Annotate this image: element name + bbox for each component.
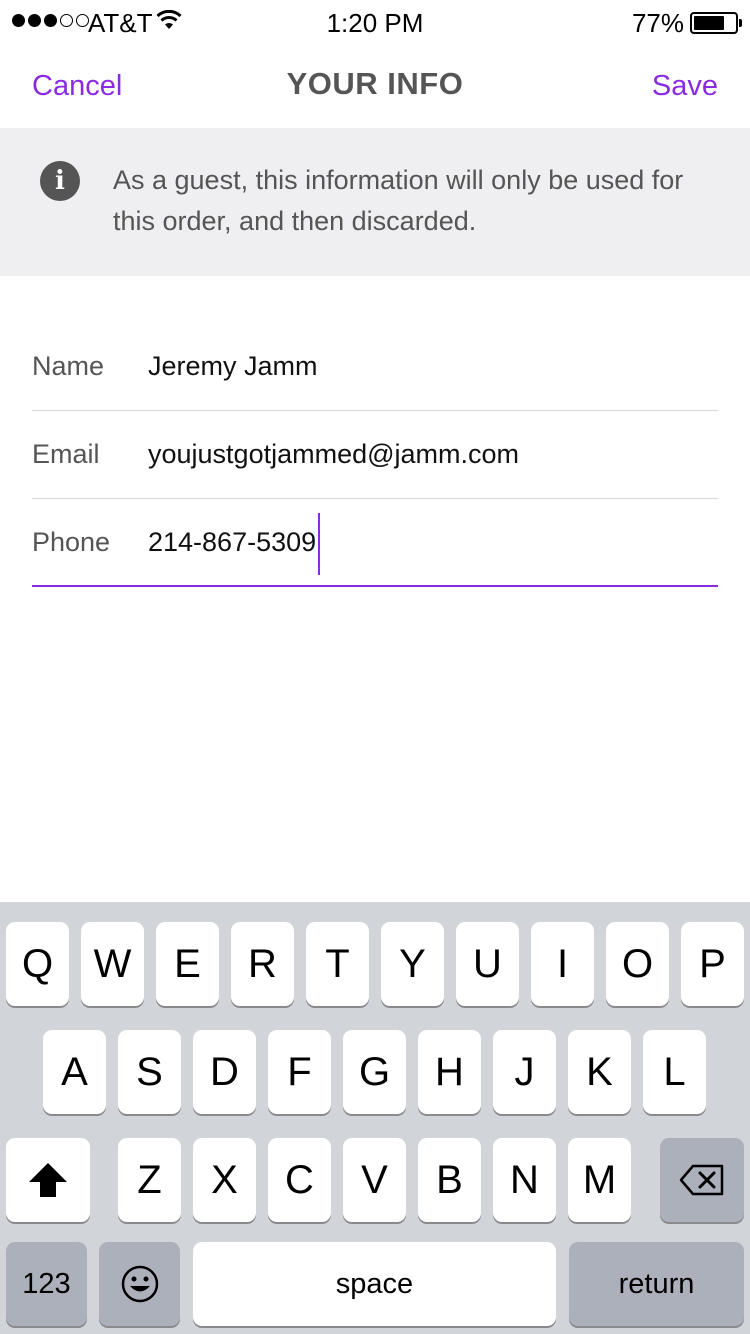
- key-c[interactable]: C: [268, 1138, 331, 1222]
- name-input[interactable]: Jeremy Jamm: [148, 351, 318, 382]
- name-field-row[interactable]: Name Jeremy Jamm: [32, 323, 718, 411]
- emoji-key[interactable]: [99, 1242, 180, 1326]
- key-o[interactable]: O: [606, 922, 669, 1006]
- battery-icon: [690, 12, 742, 34]
- email-field-row[interactable]: Email youjustgotjammed@jamm.com: [32, 411, 718, 499]
- backspace-icon: [679, 1164, 724, 1196]
- key-l[interactable]: L: [643, 1030, 706, 1114]
- key-e[interactable]: E: [156, 922, 219, 1006]
- phone-label: Phone: [32, 527, 111, 557]
- numbers-key[interactable]: 123: [6, 1242, 87, 1326]
- key-q[interactable]: Q: [6, 922, 69, 1006]
- shift-key[interactable]: [6, 1138, 90, 1222]
- key-y[interactable]: Y: [381, 922, 444, 1006]
- save-button[interactable]: Save: [652, 70, 718, 103]
- page-title: YOUR INFO: [286, 66, 464, 101]
- navigation-bar: Cancel YOUR INFO Save: [0, 42, 750, 128]
- key-x[interactable]: X: [193, 1138, 256, 1222]
- key-d[interactable]: D: [193, 1030, 256, 1114]
- phone-input[interactable]: 214-867-5309: [148, 527, 316, 558]
- key-f[interactable]: F: [268, 1030, 331, 1114]
- status-bar: AT&T 1:20 PM 77%: [0, 0, 750, 42]
- key-h[interactable]: H: [418, 1030, 481, 1114]
- key-t[interactable]: T: [306, 922, 369, 1006]
- key-u[interactable]: U: [456, 922, 519, 1006]
- info-icon: i: [40, 161, 80, 201]
- key-g[interactable]: G: [343, 1030, 406, 1114]
- key-p[interactable]: P: [681, 922, 744, 1006]
- battery-percentage: 77%: [631, 8, 684, 38]
- key-m[interactable]: M: [568, 1138, 631, 1222]
- key-s[interactable]: S: [118, 1030, 181, 1114]
- key-i[interactable]: I: [531, 922, 594, 1006]
- key-b[interactable]: B: [418, 1138, 481, 1222]
- emoji-icon: [121, 1265, 158, 1303]
- key-n[interactable]: N: [493, 1138, 556, 1222]
- return-key[interactable]: return: [569, 1242, 744, 1326]
- delete-key[interactable]: [660, 1138, 744, 1222]
- email-label: Email: [32, 439, 100, 469]
- key-w[interactable]: W: [81, 922, 144, 1006]
- key-v[interactable]: V: [343, 1138, 406, 1222]
- key-z[interactable]: Z: [118, 1138, 181, 1222]
- name-label: Name: [32, 351, 105, 381]
- text-cursor: [318, 513, 320, 575]
- email-input[interactable]: youjustgotjammed@jamm.com: [148, 439, 519, 470]
- keyboard: Q W E R T Y U I O P A S D F G H J K L Z …: [0, 902, 750, 1334]
- key-a[interactable]: A: [43, 1030, 106, 1114]
- key-j[interactable]: J: [493, 1030, 556, 1114]
- guest-info-banner: i As a guest, this information will only…: [0, 128, 750, 276]
- shift-arrow-icon: [29, 1163, 67, 1197]
- key-r[interactable]: R: [231, 922, 294, 1006]
- key-k[interactable]: K: [568, 1030, 631, 1114]
- space-key[interactable]: space: [193, 1242, 556, 1326]
- phone-field-row[interactable]: Phone 214-867-5309: [32, 499, 718, 587]
- banner-message: As a guest, this information will only b…: [113, 165, 684, 236]
